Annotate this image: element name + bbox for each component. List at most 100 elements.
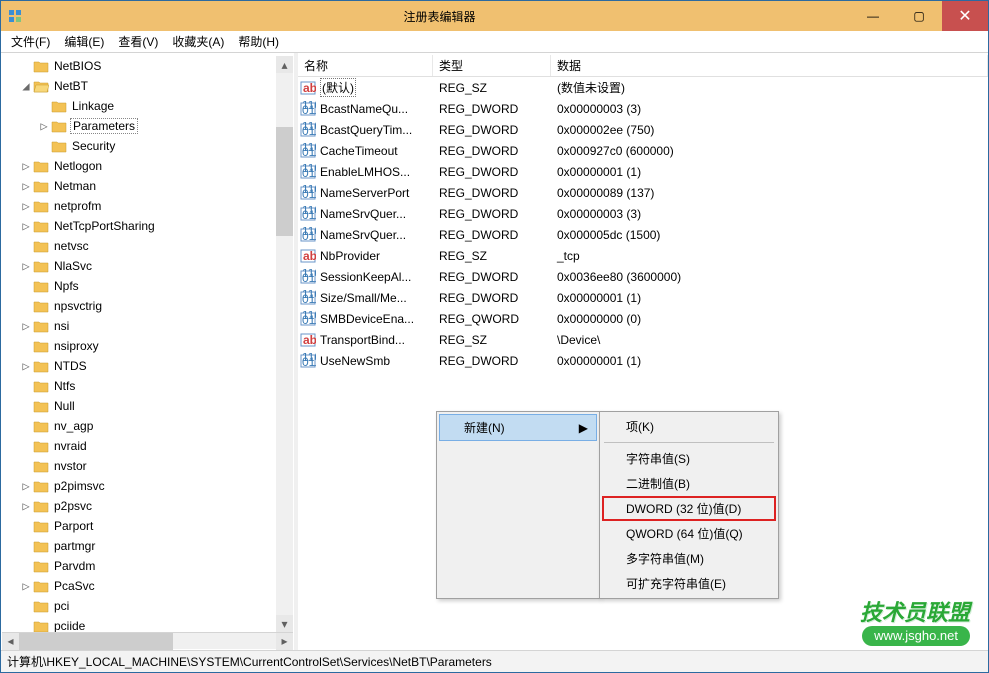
menu-favorites[interactable]: 收藏夹(A) (166, 31, 230, 52)
hscroll-thumb[interactable] (19, 633, 173, 650)
hscroll-right[interactable]: ▸ (276, 633, 293, 650)
col-name-header[interactable]: 名称 (298, 55, 433, 76)
context-new[interactable]: 新建(N) ▶ (439, 414, 597, 441)
tree-item[interactable]: nvstor (2, 456, 293, 476)
tree-label: NTDS (52, 359, 89, 373)
collapse-icon[interactable]: ▷ (20, 219, 32, 233)
collapse-icon[interactable]: ▷ (20, 159, 32, 173)
collapse-icon[interactable]: ▷ (38, 119, 50, 133)
list-row[interactable]: 110011CacheTimeoutREG_DWORD0x000927c0 (6… (298, 140, 988, 161)
tree-item[interactable]: ▷p2pimsvc (2, 476, 293, 496)
tree-item[interactable]: Null (2, 396, 293, 416)
collapse-icon[interactable]: ▷ (20, 359, 32, 373)
list-row[interactable]: 110011Size/Small/Me...REG_DWORD0x0000000… (298, 287, 988, 308)
tree-item[interactable]: NetBIOS (2, 56, 293, 76)
tree-label: pci (52, 599, 71, 613)
list-row[interactable]: 110011SMBDeviceEna...REG_QWORD0x00000000… (298, 308, 988, 329)
col-type-header[interactable]: 类型 (433, 55, 551, 76)
window-controls: — ▢ ✕ (850, 1, 988, 31)
menu-file[interactable]: 文件(F) (5, 31, 56, 52)
value-name: CacheTimeout (320, 144, 398, 158)
value-type: REG_DWORD (433, 291, 551, 305)
list-row[interactable]: abTransportBind...REG_SZ\Device\ (298, 329, 988, 350)
list-row[interactable]: ab(默认)REG_SZ(数值未设置) (298, 77, 988, 98)
collapse-icon[interactable]: ▷ (20, 479, 32, 493)
tree-label: Netman (52, 179, 98, 193)
context-new-dword[interactable]: DWORD (32 位)值(D) (602, 496, 776, 521)
folder-icon (33, 319, 49, 333)
tree-item[interactable]: partmgr (2, 536, 293, 556)
tree-item[interactable]: Security (2, 136, 293, 156)
tree-item[interactable]: Parvdm (2, 556, 293, 576)
tree-item[interactable]: pciide (2, 616, 293, 632)
tree-label: Ntfs (52, 379, 77, 393)
tree-item[interactable]: ▷ Netman (2, 176, 293, 196)
svg-text:011: 011 (302, 103, 316, 117)
list-row[interactable]: 110011NameSrvQuer...REG_DWORD0x000005dc … (298, 224, 988, 245)
context-separator (604, 442, 774, 443)
context-menu: 新建(N) ▶ 项(K) 字符串值(S) 二进制值(B) DWORD (32 位… (436, 411, 779, 599)
tree-item[interactable]: ▷Parameters (2, 116, 293, 136)
collapse-icon[interactable]: ▷ (20, 579, 32, 593)
tree-item[interactable]: ▷netprofm (2, 196, 293, 216)
collapse-icon[interactable]: ▷ (20, 179, 32, 193)
menu-view[interactable]: 查看(V) (112, 31, 164, 52)
value-data: 0x00000001 (1) (551, 354, 988, 368)
expand-icon[interactable]: ◢ (20, 79, 32, 93)
context-new-qword[interactable]: QWORD (64 位)值(Q) (602, 521, 776, 546)
context-new-binary[interactable]: 二进制值(B) (602, 471, 776, 496)
collapse-icon[interactable]: ▷ (20, 199, 32, 213)
tree-item[interactable]: nv_agp (2, 416, 293, 436)
collapse-icon[interactable]: ▷ (20, 259, 32, 273)
folder-icon (33, 479, 49, 493)
tree-item[interactable]: ▷ NTDS (2, 356, 293, 376)
list-row[interactable]: 110011EnableLMHOS...REG_DWORD0x00000001 … (298, 161, 988, 182)
maximize-button[interactable]: ▢ (896, 1, 942, 31)
minimize-button[interactable]: — (850, 1, 896, 31)
context-new-string[interactable]: 字符串值(S) (602, 446, 776, 471)
tree-item[interactable]: Ntfs (2, 376, 293, 396)
tree-item[interactable]: ▷NetTcpPortSharing (2, 216, 293, 236)
close-button[interactable]: ✕ (942, 1, 988, 31)
tree-item[interactable]: ▷p2psvc (2, 496, 293, 516)
vscroll-track[interactable] (276, 73, 293, 615)
tree-item[interactable]: Linkage (2, 96, 293, 116)
hscroll-track[interactable] (19, 633, 276, 650)
tree-item[interactable]: npsvctrig (2, 296, 293, 316)
list-row[interactable]: abNbProviderREG_SZ_tcp (298, 245, 988, 266)
collapse-icon[interactable]: ▷ (20, 319, 32, 333)
tree-item[interactable]: Npfs (2, 276, 293, 296)
tree-item[interactable]: ▷nsi (2, 316, 293, 336)
tree-item[interactable]: nsiproxy (2, 336, 293, 356)
list-row[interactable]: 110011UseNewSmbREG_DWORD0x00000001 (1) (298, 350, 988, 371)
folder-icon (33, 579, 49, 593)
menu-help[interactable]: 帮助(H) (232, 31, 285, 52)
list-row[interactable]: 110011BcastNameQu...REG_DWORD0x00000003 … (298, 98, 988, 119)
col-data-header[interactable]: 数据 (551, 55, 988, 76)
tree-item[interactable]: ▷Netlogon (2, 156, 293, 176)
collapse-icon[interactable]: ▷ (20, 499, 32, 513)
hscroll-left[interactable]: ◂ (2, 633, 19, 650)
tree-vscroll[interactable]: ▴ ▾ (276, 56, 293, 632)
vscroll-down[interactable]: ▾ (276, 615, 293, 632)
tree-item[interactable]: ◢NetBT (2, 76, 293, 96)
tree-item[interactable]: pci (2, 596, 293, 616)
menu-edit[interactable]: 编辑(E) (58, 31, 110, 52)
vscroll-up[interactable]: ▴ (276, 56, 293, 73)
tree-item[interactable]: netvsc (2, 236, 293, 256)
tree-item[interactable]: ▷NlaSvc (2, 256, 293, 276)
list-row[interactable]: 110011NameSrvQuer...REG_DWORD0x00000003 … (298, 203, 988, 224)
folder-icon (33, 339, 49, 353)
tree-hscroll[interactable]: ◂ ▸ (2, 632, 293, 649)
context-new-key[interactable]: 项(K) (602, 414, 776, 439)
context-new-expandstring[interactable]: 可扩充字符串值(E) (602, 571, 776, 596)
tree-item[interactable]: Parport (2, 516, 293, 536)
tree-item[interactable]: nvraid (2, 436, 293, 456)
list-row[interactable]: 110011SessionKeepAl...REG_DWORD0x0036ee8… (298, 266, 988, 287)
list-row[interactable]: 110011BcastQueryTim...REG_DWORD0x000002e… (298, 119, 988, 140)
vscroll-thumb[interactable] (276, 127, 293, 235)
registry-tree[interactable]: NetBIOS◢NetBTLinkage▷ParametersSecurity▷… (2, 56, 293, 632)
tree-item[interactable]: ▷PcaSvc (2, 576, 293, 596)
list-row[interactable]: 110011NameServerPortREG_DWORD0x00000089 … (298, 182, 988, 203)
context-new-multistring[interactable]: 多字符串值(M) (602, 546, 776, 571)
